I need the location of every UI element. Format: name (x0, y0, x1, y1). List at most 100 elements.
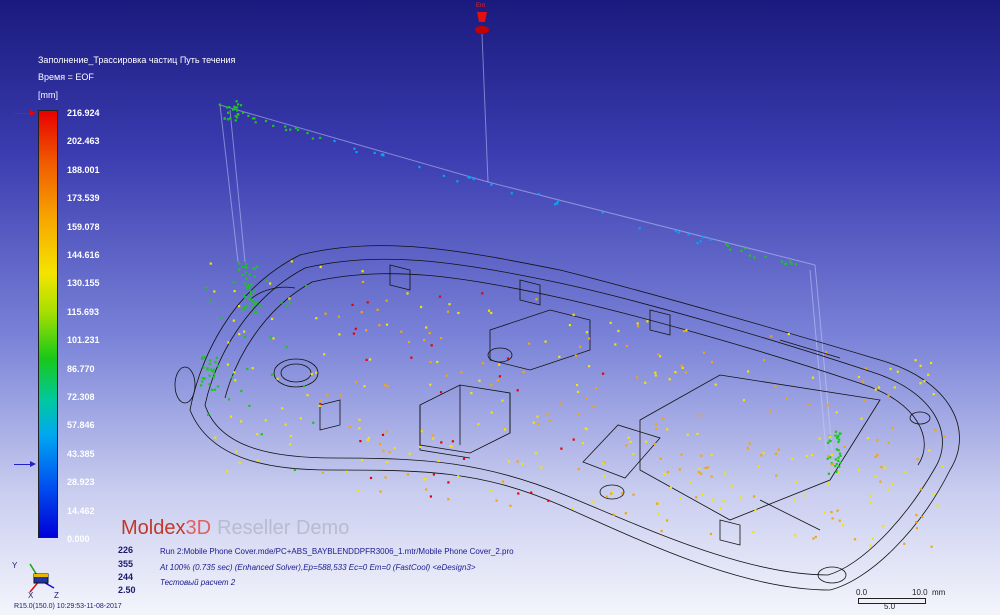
particle-dot (229, 415, 233, 418)
particle-dot (360, 311, 363, 314)
particle-dot (602, 462, 605, 465)
particle-dot (757, 465, 760, 468)
particle-dot (808, 403, 811, 406)
particle-dot (237, 103, 240, 106)
particle-dot (290, 260, 293, 263)
particle-dot (363, 385, 366, 388)
particle-dot (919, 364, 922, 367)
particle-dot (319, 265, 322, 269)
axis-z-label: Z (54, 591, 59, 598)
axis-triad-icon[interactable]: Y X Z (8, 558, 68, 598)
particle-dot (838, 519, 841, 522)
particle-dot (437, 459, 440, 463)
particle-dot (321, 471, 324, 474)
particle-dot (927, 373, 930, 376)
particle-dot (241, 273, 244, 277)
particle-dot (674, 230, 677, 233)
particle-dot (834, 430, 837, 433)
particle-dot (228, 106, 231, 109)
particle-dot (837, 449, 840, 452)
legend-tick-label: 28.923 (67, 477, 95, 488)
particle-dot (836, 509, 839, 512)
particle-dot (522, 370, 525, 373)
particle-dot (241, 111, 245, 114)
particle-dot (891, 426, 894, 429)
particle-dot (838, 452, 842, 455)
particle-dot (825, 350, 828, 354)
particle-dot (889, 367, 892, 371)
particle-dot (355, 381, 358, 384)
particle-dot (272, 337, 275, 340)
particle-dot (348, 425, 351, 429)
particle-dot (930, 545, 933, 548)
unit-label: [mm] (38, 90, 58, 100)
particle-dot (249, 290, 253, 293)
particle-dot (490, 411, 493, 414)
particle-dot (233, 290, 236, 293)
particle-dot (251, 306, 254, 309)
legend-tick-label: 216.924 (67, 108, 100, 118)
particle-dot (248, 404, 251, 407)
particle-dot (428, 332, 431, 335)
particle-dot (592, 405, 595, 408)
particle-dot (893, 386, 896, 389)
particle-dot (915, 514, 918, 517)
particle-dot (254, 303, 257, 306)
particle-dot (657, 512, 660, 515)
particle-dot (627, 436, 630, 439)
stat-value: 244 (118, 572, 134, 582)
particle-dot (887, 441, 890, 444)
particle-dot (585, 331, 588, 334)
particle-dot (323, 353, 326, 356)
particle-dot (812, 537, 815, 540)
particle-dot (574, 354, 577, 357)
particle-dot (358, 427, 361, 430)
particle-dot (740, 496, 743, 499)
particle-dot (709, 238, 712, 241)
particle-dot (536, 422, 540, 425)
particle-dot (610, 492, 613, 495)
particle-dot (831, 517, 834, 520)
particle-dot (448, 303, 451, 306)
particle-dot (915, 521, 918, 524)
version-stamp: R15.0(150.0) 10:29:53-11-08-2017 (14, 603, 122, 610)
particle-dot (209, 368, 212, 371)
particle-dot (839, 454, 842, 457)
particle-dot (215, 356, 218, 359)
legend-tick-label: 43.385 (67, 448, 95, 459)
particle-dot (787, 333, 790, 336)
particle-dot (393, 447, 396, 450)
particle-dot (682, 330, 686, 333)
particle-dot (655, 427, 658, 430)
particle-dot (236, 116, 239, 119)
particle-dot (324, 312, 327, 315)
particle-dot (303, 385, 306, 388)
particle-dot (654, 374, 657, 377)
particle-dot (477, 423, 480, 426)
particle-dot (201, 377, 204, 380)
particle-dot (572, 438, 575, 441)
particle-dot (431, 434, 434, 437)
legend-tick-label: 115.693 (67, 306, 100, 317)
particle-dot (276, 377, 279, 380)
particle-dot (422, 478, 426, 481)
particle-dot (253, 117, 256, 120)
particle-dot (253, 275, 256, 278)
particle-dot (209, 262, 212, 265)
particle-dot (212, 376, 215, 379)
particle-dot (592, 500, 595, 503)
particle-dot (425, 488, 428, 491)
particle-dot (826, 457, 829, 460)
particle-dot (871, 537, 874, 540)
particle-dot (869, 494, 872, 497)
particle-dot (700, 472, 703, 475)
particle-dot (530, 491, 533, 494)
particle-dot (467, 175, 470, 179)
particle-dot (429, 495, 432, 498)
particle-dot (381, 433, 385, 436)
particle-dot (609, 321, 612, 324)
particle-dot (281, 407, 284, 410)
particle-dot (659, 457, 662, 460)
particle-dot (240, 420, 243, 423)
particle-dot (386, 384, 389, 388)
